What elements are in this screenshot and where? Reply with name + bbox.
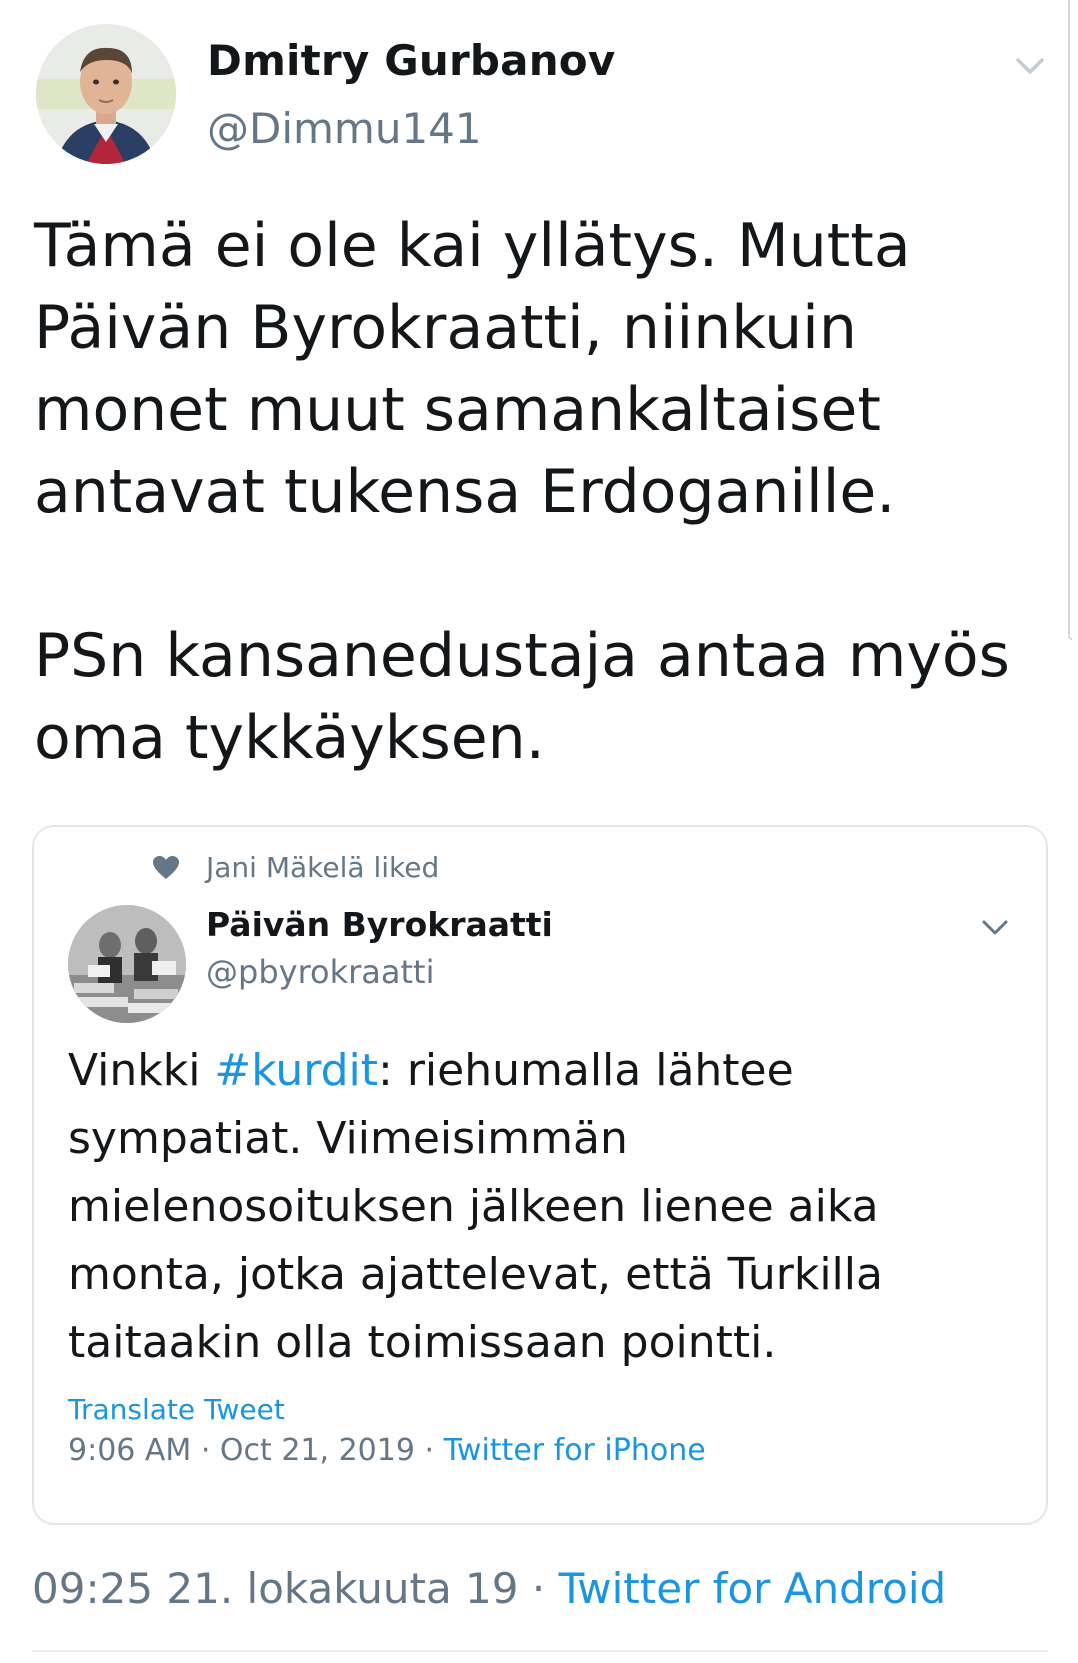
tweet-source-link[interactable]: Twitter for Android xyxy=(559,1564,947,1613)
tweet-screenshot: Dmitry Gurbanov @Dimmu141 Tämä ei ole ka… xyxy=(0,0,1078,1663)
chevron-down-icon[interactable] xyxy=(980,917,1010,939)
translate-tweet-link[interactable]: Translate Tweet xyxy=(68,1393,285,1426)
quoted-source-link[interactable]: Twitter for iPhone xyxy=(444,1433,706,1468)
scrollbar[interactable] xyxy=(1068,0,1072,640)
meta-separator: · xyxy=(531,1564,546,1613)
author-handle[interactable]: @Dimmu141 xyxy=(207,104,482,153)
tweet-text: Tämä ei ole kai yllätys. Mutta Päivän By… xyxy=(34,211,1010,773)
quoted-tweet-card[interactable]: Jani Mäkelä liked Päivän Byrokraatti @pb… xyxy=(32,825,1048,1525)
divider xyxy=(32,1650,1048,1652)
author-avatar[interactable] xyxy=(36,24,176,164)
hashtag-link[interactable]: #kurdit xyxy=(214,1045,378,1096)
heart-icon xyxy=(153,856,179,879)
quoted-tweet-text: Vinkki #kurdit: riehumalla lähtee sympat… xyxy=(68,1037,1028,1377)
tweet-timestamp[interactable]: 09:25 21. lokakuuta 19 xyxy=(32,1564,519,1613)
chevron-down-icon[interactable] xyxy=(1012,52,1048,80)
author-display-name[interactable]: Dmitry Gurbanov xyxy=(207,36,615,85)
liked-by-text: Jani Mäkelä liked xyxy=(206,851,440,884)
quoted-author-avatar[interactable] xyxy=(68,905,186,1023)
quoted-tweet-meta: 9:06 AM · Oct 21, 2019 · Twitter for iPh… xyxy=(68,1433,706,1468)
meta-separator: · xyxy=(424,1433,435,1468)
tweet-meta: 09:25 21. lokakuuta 19 · Twitter for And… xyxy=(32,1564,946,1613)
quoted-author-name[interactable]: Päivän Byrokraatti xyxy=(206,905,553,944)
quoted-author-handle[interactable]: @pbyrokraatti xyxy=(206,953,434,991)
quoted-timestamp[interactable]: 9:06 AM · Oct 21, 2019 xyxy=(68,1433,415,1468)
quoted-text-before: Vinkki xyxy=(68,1045,215,1096)
